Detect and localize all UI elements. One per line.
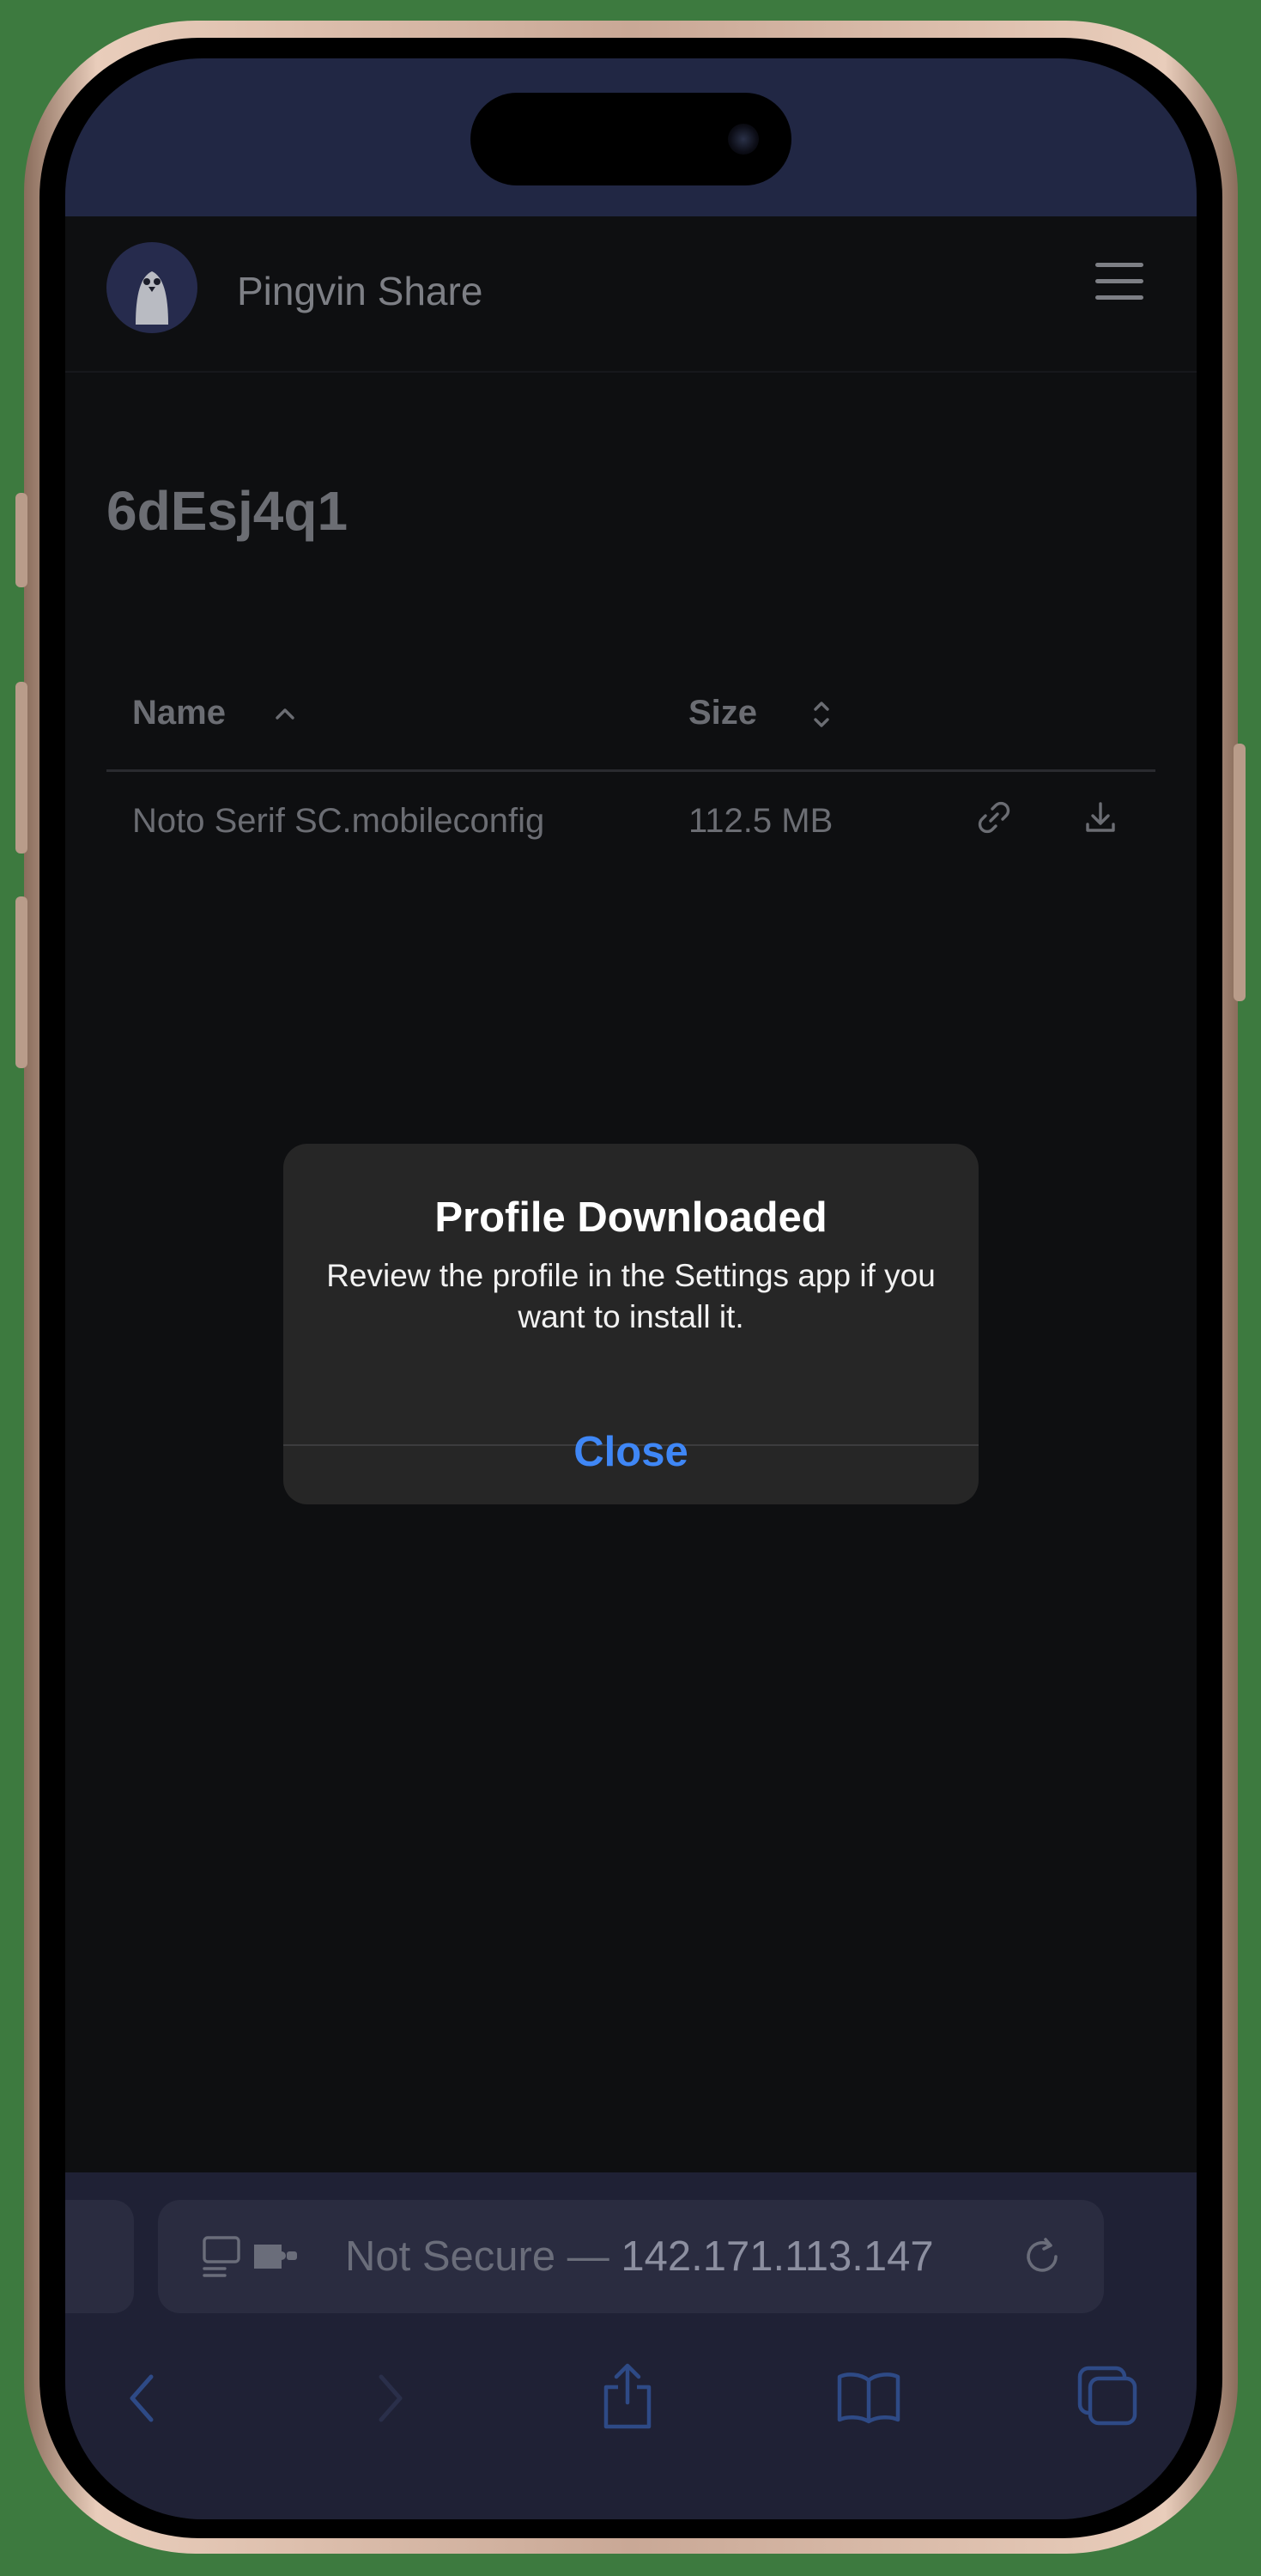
status-bar xyxy=(65,58,1197,216)
alert-title: Profile Downloaded xyxy=(434,1194,828,1241)
alert-message: Review the profile in the Settings app i… xyxy=(326,1258,936,1334)
reader-icon[interactable] xyxy=(201,2234,246,2281)
page-title: 6dEsj4q1 xyxy=(106,480,349,542)
address-bar[interactable]: Not Secure — 142.171.113.147 xyxy=(158,2200,1104,2313)
volume-down-button xyxy=(15,896,27,1068)
share-icon[interactable] xyxy=(597,2360,658,2432)
tabs-icon[interactable] xyxy=(1075,2363,1140,2428)
bookmarks-icon[interactable] xyxy=(834,2368,903,2428)
volume-up-button xyxy=(15,682,27,854)
sort-ascending-icon xyxy=(276,708,294,720)
menu-icon[interactable] xyxy=(1095,263,1143,300)
column-header-size[interactable]: Size xyxy=(688,694,837,732)
back-icon[interactable] xyxy=(117,2368,168,2428)
url-text[interactable]: Not Secure — 142.171.113.147 xyxy=(345,2233,934,2281)
close-button[interactable]: Close xyxy=(283,1391,979,1504)
file-size: 112.5 MB xyxy=(688,802,834,840)
security-label: Not Secure — xyxy=(345,2233,609,2280)
app-name[interactable]: Pingvin Share xyxy=(237,268,482,314)
side-button xyxy=(1234,744,1246,1001)
app-header: Pingvin Share xyxy=(65,216,1197,373)
column-header-name[interactable]: Name xyxy=(132,694,300,732)
column-label: Size xyxy=(688,694,758,732)
link-icon[interactable] xyxy=(973,797,1015,838)
forward-icon[interactable] xyxy=(364,2368,415,2428)
action-button xyxy=(15,493,27,587)
sort-both-icon xyxy=(814,702,829,728)
pingvin-logo-icon[interactable] xyxy=(106,242,197,333)
dynamic-island xyxy=(470,93,791,185)
screen: Pingvin Share 6dEsj4q1 Name Size Noto Se… xyxy=(65,58,1197,2519)
file-name: Noto Serif SC.mobileconfig xyxy=(132,802,545,840)
table-header: Name Size xyxy=(106,632,1155,772)
reload-icon[interactable] xyxy=(1018,2233,1066,2281)
url-host: 142.171.113.147 xyxy=(621,2233,934,2280)
camera-icon xyxy=(728,124,759,155)
safari-bottom-bar: Not Secure — 142.171.113.147 xyxy=(65,2172,1197,2519)
extension-icon[interactable] xyxy=(252,2239,299,2275)
profile-downloaded-alert: Profile Downloaded Review the profile in… xyxy=(283,1144,979,1504)
column-label: Name xyxy=(132,694,226,732)
download-icon[interactable] xyxy=(1080,797,1121,838)
previous-tab-preview[interactable] xyxy=(65,2200,134,2313)
